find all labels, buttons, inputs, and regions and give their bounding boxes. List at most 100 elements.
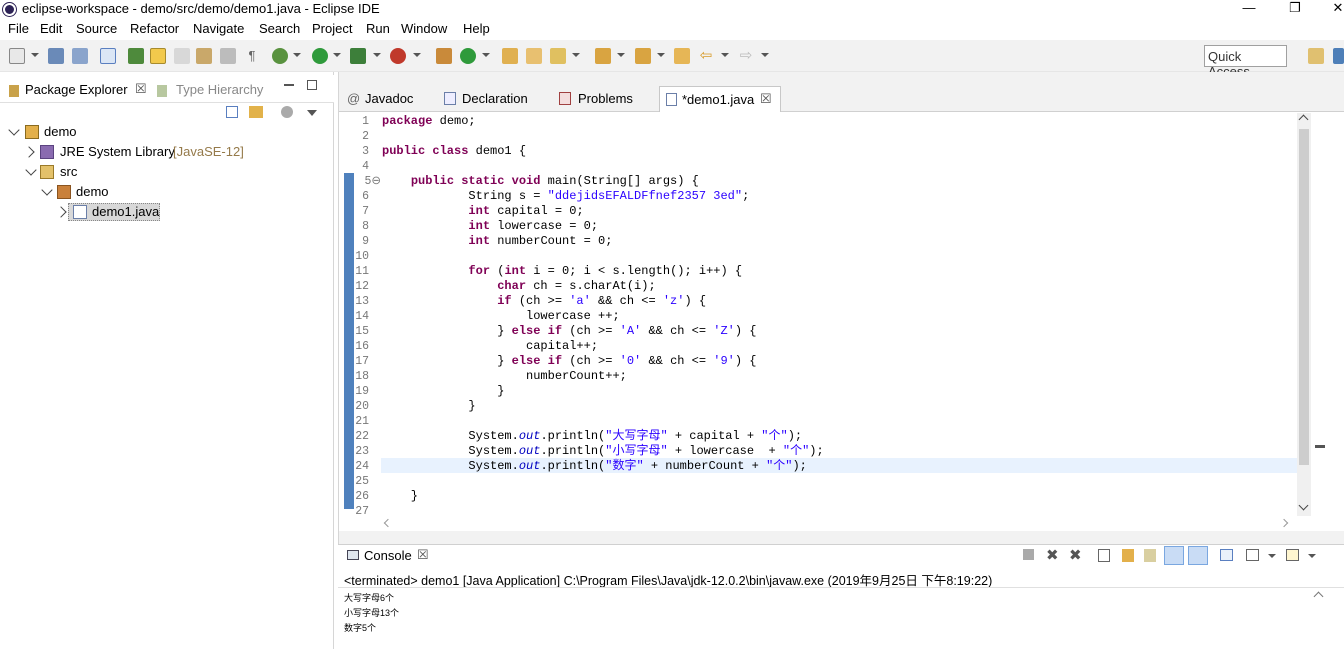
chevron-down-icon[interactable]: [721, 53, 729, 57]
debug-icon[interactable]: [272, 48, 288, 64]
new-icon[interactable]: [9, 48, 25, 64]
menu-search[interactable]: Search: [259, 21, 300, 36]
tree-item-project[interactable]: demo: [0, 122, 330, 142]
minimize-icon[interactable]: [284, 84, 294, 86]
tab-problems[interactable]: Problems: [557, 86, 657, 112]
menu-edit[interactable]: Edit: [40, 21, 62, 36]
open-folder-icon[interactable]: [502, 48, 518, 64]
tab-javadoc[interactable]: @ Javadoc: [347, 86, 439, 112]
external-tools-icon[interactable]: [390, 48, 406, 64]
save-all-icon[interactable]: [72, 48, 88, 64]
chevron-down-icon[interactable]: [373, 53, 381, 57]
open-console-icon[interactable]: [1286, 549, 1299, 561]
tab-declaration[interactable]: Declaration: [442, 86, 554, 112]
menu-window[interactable]: Window: [401, 21, 447, 36]
chevron-right-icon[interactable]: [23, 146, 35, 158]
skip-breakpoints-icon[interactable]: [100, 48, 116, 64]
tree-item-demo1-java[interactable]: demo1.java: [0, 202, 330, 222]
chevron-down-icon[interactable]: [333, 53, 341, 57]
next-annotation-icon[interactable]: [595, 48, 611, 64]
open-perspective-icon[interactable]: [1308, 48, 1324, 64]
tab-demo1-java[interactable]: *demo1.java ☒: [659, 86, 781, 112]
menu-run[interactable]: Run: [366, 21, 390, 36]
scroll-up-icon[interactable]: [1298, 114, 1309, 125]
save-icon[interactable]: [48, 48, 64, 64]
close-button[interactable]: ✕: [1326, 0, 1344, 16]
filter-icon[interactable]: [281, 106, 293, 118]
menu-source[interactable]: Source: [76, 21, 117, 36]
remove-launch-icon[interactable]: ✖: [1046, 546, 1059, 564]
open-type-icon[interactable]: [128, 48, 144, 64]
tab-type-hierarchy[interactable]: Type Hierarchy: [157, 79, 277, 101]
chevron-down-icon[interactable]: [572, 53, 580, 57]
editor-vertical-scrollbar[interactable]: [1297, 113, 1311, 516]
tree-item-package[interactable]: demo: [0, 182, 330, 202]
close-icon[interactable]: ☒: [760, 91, 772, 107]
chevron-down-icon[interactable]: [8, 124, 20, 136]
annotation-icon[interactable]: [196, 48, 212, 64]
scrollbar-thumb[interactable]: [1299, 129, 1309, 465]
clear-console-icon[interactable]: [1098, 549, 1110, 562]
code-editor[interactable]: 1 2 3 4 5⊖ 6 7 8 9 10 11 12 13 14 15 16 …: [339, 113, 1299, 518]
close-icon[interactable]: ☒: [417, 547, 429, 563]
scroll-down-icon[interactable]: [1298, 500, 1309, 511]
quick-access-input[interactable]: Quick Access: [1204, 45, 1287, 79]
back-icon[interactable]: ⇦: [698, 48, 714, 64]
close-icon[interactable]: ☒: [135, 81, 147, 97]
mark-occurrences-icon[interactable]: [150, 48, 166, 64]
chevron-down-icon[interactable]: [413, 53, 421, 57]
tree-item-jre-library[interactable]: JRE System Library [JavaSE-12]: [0, 142, 330, 162]
chevron-down-icon[interactable]: [31, 53, 39, 57]
scroll-right-icon[interactable]: [1279, 518, 1289, 528]
tab-package-explorer[interactable]: Package Explorer ☒: [4, 79, 154, 101]
maximize-button[interactable]: ❐: [1283, 0, 1307, 16]
word-wrap-icon[interactable]: [1144, 549, 1156, 562]
chevron-down-icon[interactable]: [1308, 554, 1316, 558]
console-scrollbar[interactable]: [1312, 588, 1326, 650]
chevron-down-icon[interactable]: [41, 184, 53, 196]
tree-item-src[interactable]: src: [0, 162, 330, 182]
chevron-down-icon[interactable]: [1268, 554, 1276, 558]
terminate-icon[interactable]: [1023, 549, 1034, 560]
previous-annotation-icon[interactable]: [635, 48, 651, 64]
view-menu-icon[interactable]: [307, 110, 317, 116]
menu-help[interactable]: Help: [463, 21, 490, 36]
chevron-down-icon[interactable]: [617, 53, 625, 57]
tab-console[interactable]: Console ☒: [338, 545, 438, 567]
coverage-icon[interactable]: [350, 48, 366, 64]
chevron-down-icon[interactable]: [657, 53, 665, 57]
chevron-down-icon[interactable]: [482, 53, 490, 57]
show-on-error-icon[interactable]: [1188, 546, 1208, 565]
link-icon[interactable]: [174, 48, 190, 64]
collapse-all-icon[interactable]: [226, 106, 238, 118]
menu-refactor[interactable]: Refactor: [130, 21, 179, 36]
open-task-icon[interactable]: [526, 48, 542, 64]
menu-navigate[interactable]: Navigate: [193, 21, 244, 36]
scroll-lock-icon[interactable]: [1122, 549, 1134, 562]
search-tool-icon[interactable]: [550, 48, 566, 64]
display-console-icon[interactable]: [1246, 549, 1259, 561]
menu-project[interactable]: Project: [312, 21, 352, 36]
block-selection-icon[interactable]: [220, 48, 236, 64]
show-whitespace-icon[interactable]: ¶: [244, 48, 260, 64]
last-edit-icon[interactable]: [674, 48, 690, 64]
editor-horizontal-scrollbar[interactable]: [381, 518, 1297, 530]
console-output[interactable]: 大写字母6个 小写字母13个 数字5个: [344, 591, 399, 636]
chevron-down-icon[interactable]: [761, 53, 769, 57]
chevron-down-icon[interactable]: [293, 53, 301, 57]
show-on-output-icon[interactable]: [1164, 546, 1184, 565]
new-java-class-icon[interactable]: [460, 48, 476, 64]
chevron-down-icon[interactable]: [25, 164, 37, 176]
new-java-package-icon[interactable]: [436, 48, 452, 64]
menu-file[interactable]: File: [8, 21, 29, 36]
minimize-button[interactable]: —: [1237, 0, 1261, 15]
pin-console-icon[interactable]: [1220, 549, 1233, 561]
chevron-right-icon[interactable]: [55, 206, 67, 218]
scroll-left-icon[interactable]: [383, 518, 393, 528]
link-with-editor-icon[interactable]: [249, 106, 263, 118]
maximize-icon[interactable]: [307, 80, 317, 90]
run-icon[interactable]: [312, 48, 328, 64]
forward-icon[interactable]: ⇨: [738, 48, 754, 64]
remove-all-icon[interactable]: ✖: [1069, 546, 1082, 564]
scroll-up-icon[interactable]: [1313, 591, 1324, 602]
